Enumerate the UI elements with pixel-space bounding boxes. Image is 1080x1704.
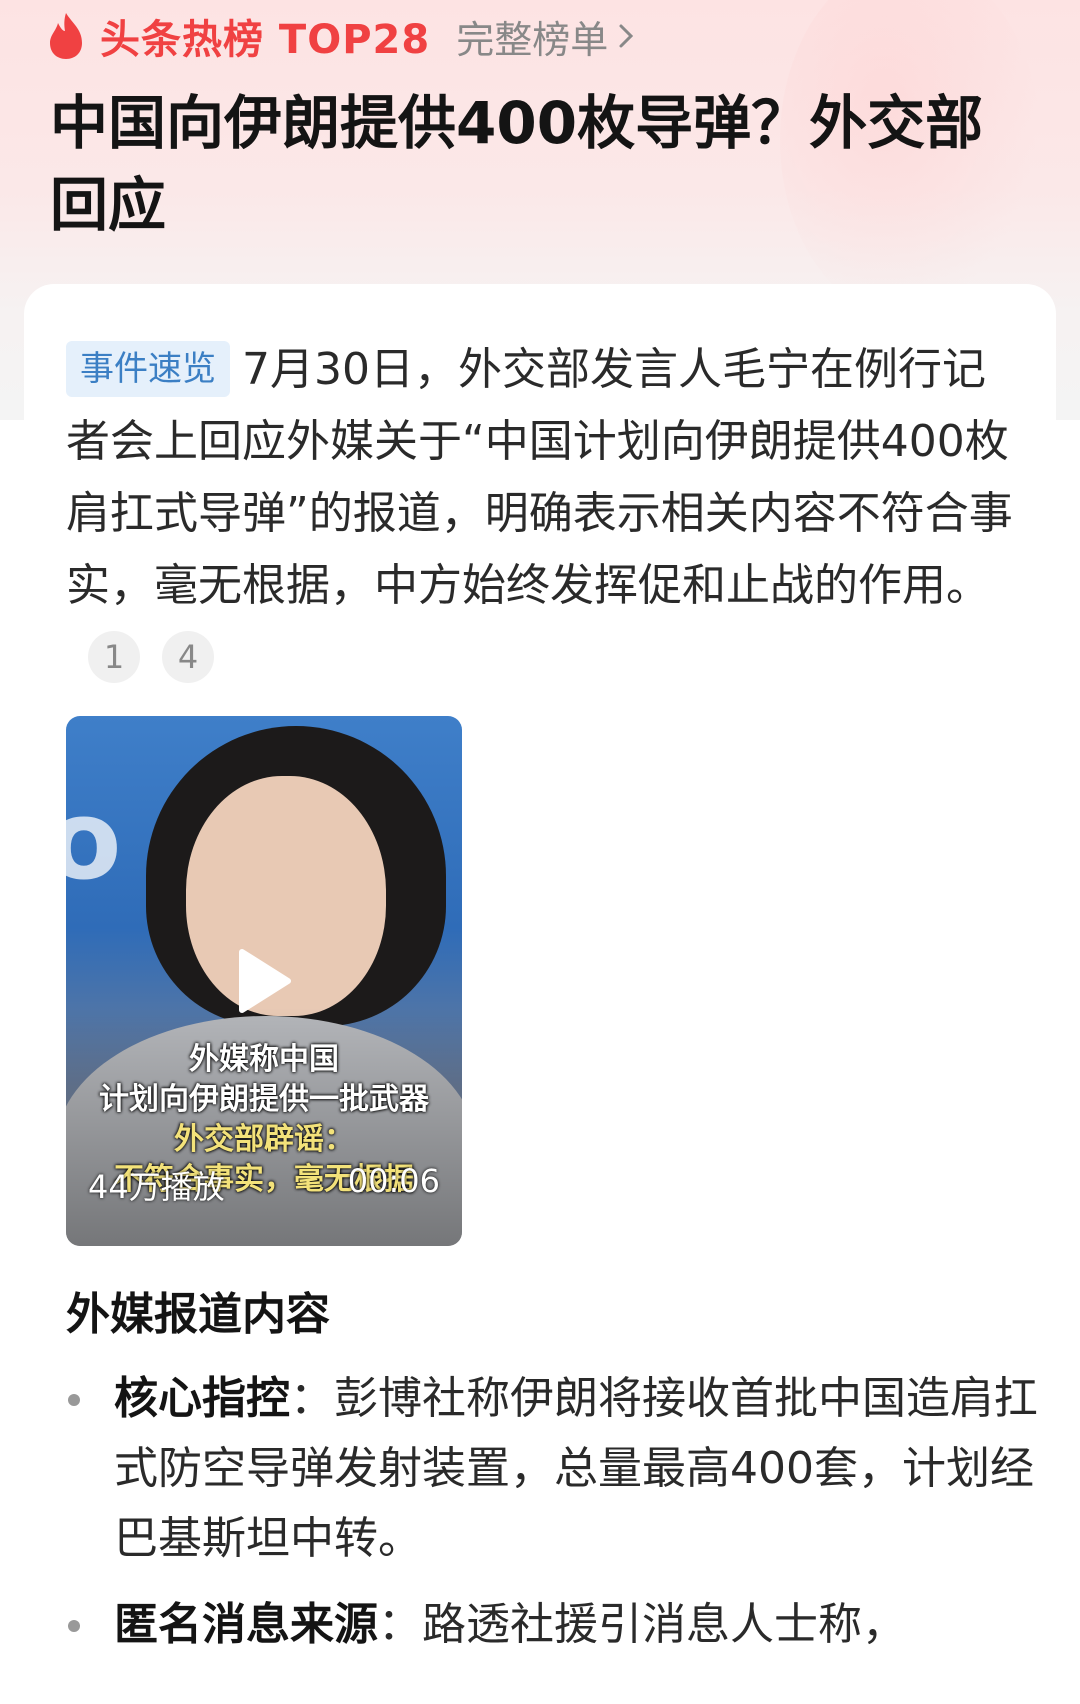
- video-caption-line: 计划向伊朗提供一批武器: [99, 1082, 429, 1117]
- reference-badge[interactable]: 1: [88, 631, 140, 683]
- hot-list-header[interactable]: 头条热榜 TOP28 完整榜单: [46, 6, 636, 66]
- bullet-dot: [68, 1394, 80, 1406]
- section-title: 外媒报道内容: [66, 1289, 330, 1340]
- chevron-right-icon: [619, 24, 634, 48]
- hot-list-brand: 头条热榜 TOP28: [100, 17, 431, 63]
- bullet-lead: 匿名消息来源: [114, 1599, 378, 1650]
- full-list-label: 完整榜单: [456, 17, 609, 62]
- bullet-text: 路透社援引消息人士称，: [422, 1599, 906, 1650]
- content-card: 事件速览 7月30日，外交部发言人毛宁在例行记者会上回应外媒关于“中国计划向伊朗提…: [24, 284, 1056, 1704]
- flame-icon: [50, 13, 82, 59]
- list-item: 核心指控：彭博社称伊朗将接收首批中国造肩扛式防空导弹发射装置，总量最高400套，…: [66, 1364, 1046, 1574]
- full-list-link[interactable]: 完整榜单: [456, 9, 636, 64]
- play-count: 44万播放: [88, 1168, 225, 1206]
- bullet-dot: [68, 1620, 80, 1632]
- report-bullet-list: 核心指控：彭博社称伊朗将接收首批中国造肩扛式防空导弹发射装置，总量最高400套，…: [66, 1364, 1046, 1676]
- video-caption-line: 外交部辟谣：: [174, 1122, 354, 1157]
- play-icon[interactable]: [234, 946, 294, 1016]
- bullet-separator: ：: [378, 1599, 422, 1650]
- video-duration: 00:06: [347, 1162, 440, 1200]
- event-summary-tag: 事件速览: [66, 341, 230, 397]
- video-thumbnail[interactable]: oe 外媒称中国 计划向伊朗提供一批武器 外交部辟谣： 不符合事实，毫无根据 4…: [66, 716, 462, 1246]
- video-caption-line: 外媒称中国: [189, 1042, 339, 1077]
- article-title: 中国向伊朗提供400枚导弹？外交部回应: [50, 89, 984, 239]
- event-summary: 事件速览 7月30日，外交部发言人毛宁在例行记者会上回应外媒关于“中国计划向伊朗提…: [66, 334, 1026, 694]
- list-item: 匿名消息来源：路透社援引消息人士称，: [66, 1590, 1046, 1660]
- bullet-lead: 核心指控: [114, 1373, 290, 1424]
- reference-badge[interactable]: 4: [162, 631, 214, 683]
- bullet-separator: ：: [290, 1373, 334, 1424]
